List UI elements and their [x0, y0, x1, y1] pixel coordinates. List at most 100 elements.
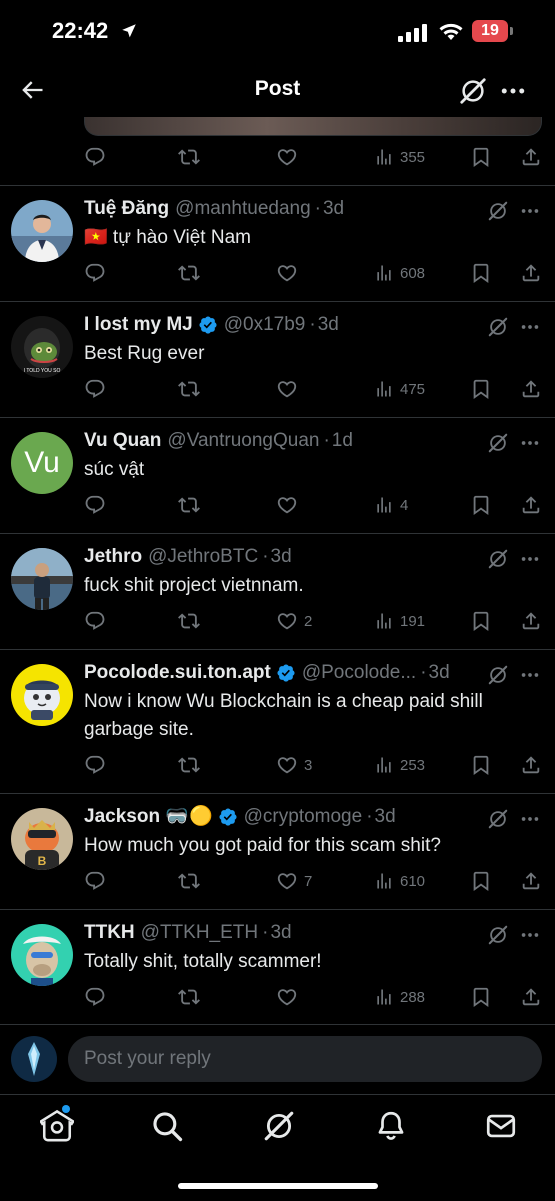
- share-button[interactable]: [520, 490, 542, 520]
- repost-button[interactable]: [178, 982, 200, 1012]
- display-name[interactable]: Vu Quan: [84, 428, 161, 454]
- like-button[interactable]: 3: [276, 750, 312, 780]
- avatar[interactable]: [11, 924, 73, 986]
- bookmark-button[interactable]: [470, 142, 492, 172]
- avatar[interactable]: [11, 200, 73, 262]
- grok-icon[interactable]: [487, 664, 509, 686]
- reply-button[interactable]: [84, 606, 106, 636]
- more-icon[interactable]: [519, 808, 541, 830]
- avatar[interactable]: B: [11, 808, 73, 870]
- display-name[interactable]: Jackson 🥽🟡: [84, 804, 213, 830]
- avatar[interactable]: [11, 664, 73, 726]
- repost-button[interactable]: [178, 258, 200, 288]
- share-button[interactable]: [520, 982, 542, 1012]
- search-icon[interactable]: [150, 1109, 184, 1143]
- reply-button[interactable]: [84, 750, 106, 780]
- share-button[interactable]: [520, 606, 542, 636]
- repost-button[interactable]: [178, 606, 200, 636]
- grok-icon[interactable]: [487, 432, 509, 454]
- my-avatar[interactable]: [11, 1036, 57, 1082]
- share-button[interactable]: [520, 258, 542, 288]
- timestamp[interactable]: 3d: [270, 920, 291, 946]
- like-button[interactable]: [276, 142, 298, 172]
- bookmark-button[interactable]: [470, 750, 492, 780]
- avatar[interactable]: [11, 548, 73, 610]
- bookmark-button[interactable]: [470, 982, 492, 1012]
- display-name[interactable]: Tuệ Đăng: [84, 196, 169, 222]
- more-icon[interactable]: [519, 664, 541, 686]
- grok-icon[interactable]: [487, 548, 509, 570]
- bell-icon[interactable]: [374, 1109, 408, 1143]
- like-button[interactable]: [276, 374, 304, 404]
- views-button[interactable]: 288: [374, 982, 425, 1012]
- reply-input[interactable]: [68, 1036, 542, 1082]
- grok-icon[interactable]: [487, 808, 509, 830]
- grok-icon[interactable]: [487, 316, 509, 338]
- reply-button[interactable]: [84, 258, 106, 288]
- share-button[interactable]: [520, 750, 542, 780]
- timestamp[interactable]: 3d: [375, 804, 396, 830]
- grok-icon[interactable]: [487, 924, 509, 946]
- share-button[interactable]: [520, 142, 542, 172]
- views-button[interactable]: 610: [374, 866, 425, 896]
- repost-button[interactable]: [178, 374, 200, 404]
- views-button[interactable]: 355: [374, 142, 425, 172]
- user-handle[interactable]: @Pocolode...: [302, 660, 416, 686]
- more-icon[interactable]: [519, 924, 541, 946]
- home-icon[interactable]: [40, 1109, 74, 1143]
- reply-button[interactable]: [84, 490, 106, 520]
- reply-button[interactable]: [84, 982, 106, 1012]
- repost-button[interactable]: [178, 142, 200, 172]
- like-button[interactable]: [276, 258, 304, 288]
- bookmark-button[interactable]: [470, 374, 492, 404]
- post-media[interactable]: [84, 117, 542, 136]
- views-button[interactable]: 191: [374, 606, 425, 636]
- share-button[interactable]: [520, 374, 542, 404]
- views-button[interactable]: 253: [374, 750, 425, 780]
- repost-button[interactable]: [178, 490, 200, 520]
- share-button[interactable]: [520, 866, 542, 896]
- timestamp[interactable]: 1d: [332, 428, 353, 454]
- repost-button[interactable]: [178, 866, 200, 896]
- reply-button[interactable]: [84, 866, 106, 896]
- timestamp[interactable]: 3d: [323, 196, 344, 222]
- grok-icon[interactable]: [487, 200, 509, 222]
- avatar[interactable]: I TOLD YOU SO: [11, 316, 73, 378]
- bookmark-button[interactable]: [470, 490, 492, 520]
- mail-icon[interactable]: [484, 1109, 518, 1143]
- display-name[interactable]: Pocolode.sui.ton.apt: [84, 660, 271, 686]
- more-icon[interactable]: [519, 200, 541, 222]
- more-icon[interactable]: [519, 316, 541, 338]
- reply-button[interactable]: [84, 374, 106, 404]
- like-button[interactable]: 7: [276, 866, 312, 896]
- like-button[interactable]: [276, 490, 304, 520]
- avatar[interactable]: Vu: [11, 432, 73, 494]
- repost-button[interactable]: [178, 750, 200, 780]
- bookmark-button[interactable]: [470, 606, 492, 636]
- timestamp[interactable]: 3d: [271, 544, 292, 570]
- grok-icon[interactable]: [458, 76, 488, 106]
- reply-button[interactable]: [84, 142, 106, 172]
- bookmark-button[interactable]: [470, 258, 492, 288]
- more-icon[interactable]: [498, 76, 528, 106]
- like-button[interactable]: 2: [276, 606, 312, 636]
- user-handle[interactable]: @VantruongQuan: [167, 428, 319, 454]
- views-button[interactable]: 4: [374, 490, 408, 520]
- user-handle[interactable]: @manhtuedang: [175, 196, 311, 222]
- display-name[interactable]: Jethro: [84, 544, 142, 570]
- user-handle[interactable]: @JethroBTC: [148, 544, 258, 570]
- display-name[interactable]: I lost my MJ: [84, 312, 193, 338]
- display-name[interactable]: TTKH: [84, 920, 135, 946]
- timestamp[interactable]: 3d: [318, 312, 339, 338]
- timestamp[interactable]: 3d: [429, 660, 450, 686]
- user-handle[interactable]: @TTKH_ETH: [141, 920, 258, 946]
- views-button[interactable]: 475: [374, 374, 425, 404]
- user-handle[interactable]: @cryptomoge: [244, 804, 363, 830]
- more-icon[interactable]: [519, 548, 541, 570]
- grok-icon[interactable]: [262, 1109, 296, 1143]
- more-icon[interactable]: [519, 432, 541, 454]
- bookmark-button[interactable]: [470, 866, 492, 896]
- user-handle[interactable]: @0x17b9: [224, 312, 306, 338]
- views-button[interactable]: 608: [374, 258, 425, 288]
- like-button[interactable]: [276, 982, 304, 1012]
